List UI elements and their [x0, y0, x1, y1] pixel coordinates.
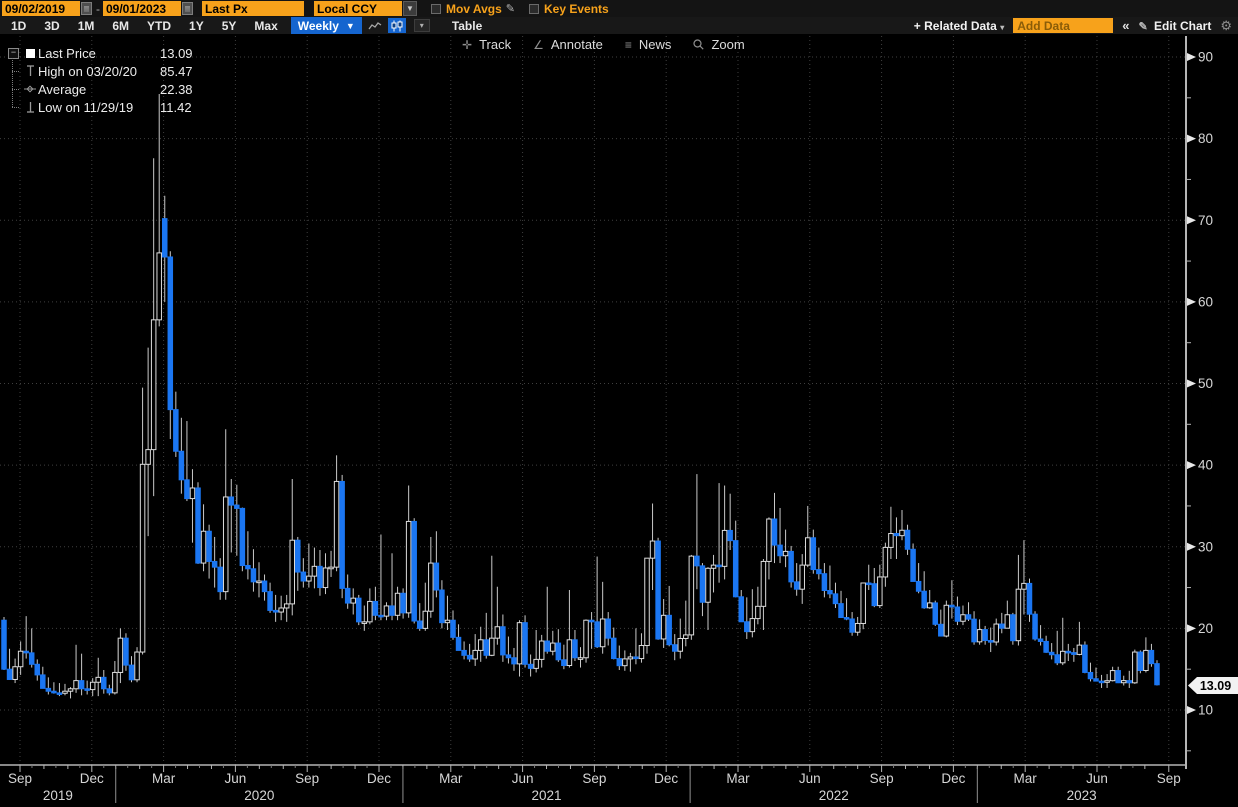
legend-row-high[interactable]: High on 03/20/20 85.47 — [6, 62, 221, 80]
security-field[interactable]: Last Px — [202, 1, 304, 16]
key-events-label[interactable]: Key Events — [544, 2, 609, 16]
high-marker-icon — [26, 65, 35, 77]
svg-text:70: 70 — [1198, 213, 1213, 228]
table-button[interactable]: Table — [452, 19, 482, 33]
annotate-button[interactable]: ∠ Annotate — [533, 37, 603, 52]
svg-text:50: 50 — [1198, 376, 1213, 391]
line-chart-icon — [368, 21, 382, 31]
svg-text:Dec: Dec — [654, 771, 678, 786]
legend-row-average[interactable]: Average 22.38 — [6, 80, 221, 98]
pencil-icon: ✎ — [1138, 21, 1147, 33]
legend-row-last-price[interactable]: Last Price 13.09 — [6, 44, 221, 62]
range-tab-ytd[interactable]: YTD — [138, 19, 180, 33]
related-data-button[interactable]: + Related Data ▾ — [914, 19, 1004, 33]
currency-dropdown-caret-icon[interactable]: ▼ — [403, 1, 417, 16]
news-lines-icon: ≡ — [625, 38, 632, 52]
toolbar-row-1: 09/02/2019 - 09/01/2023 Last Px Local CC… — [0, 0, 1238, 17]
zoom-button[interactable]: Zoom — [693, 37, 744, 52]
svg-text:Dec: Dec — [941, 771, 965, 786]
last-price-axis-tag: 13.09 — [1188, 677, 1238, 694]
svg-text:Dec: Dec — [367, 771, 391, 786]
mov-avgs-checkbox[interactable] — [431, 4, 441, 14]
svg-text:Sep: Sep — [870, 771, 894, 786]
svg-text:Mar: Mar — [439, 771, 463, 786]
caret-small-icon: ▾ — [1000, 23, 1004, 32]
range-tab-3d[interactable]: 3D — [35, 19, 68, 33]
magnifier-icon — [693, 39, 704, 50]
date-to-input[interactable]: 09/01/2023 — [103, 1, 181, 16]
edit-chart-button[interactable]: ✎ Edit Chart — [1138, 19, 1211, 33]
range-tab-max[interactable]: Max — [245, 19, 286, 33]
svg-text:Sep: Sep — [1157, 771, 1181, 786]
key-events-checkbox[interactable] — [529, 4, 539, 14]
bloomberg-chart-window: { "toolbar": { "date_from": "09/02/2019"… — [0, 0, 1238, 807]
range-tab-1d[interactable]: 1D — [2, 19, 35, 33]
svg-text:2020: 2020 — [244, 788, 274, 803]
chart-legend: − Last Price 13.09 High on 03/20/20 85.4… — [6, 44, 221, 116]
date-range-dash: - — [96, 2, 100, 16]
svg-text:2023: 2023 — [1067, 788, 1097, 803]
svg-text:Mar: Mar — [152, 771, 176, 786]
calendar-icon[interactable] — [81, 2, 92, 15]
svg-text:10: 10 — [1198, 703, 1213, 718]
svg-text:Sep: Sep — [295, 771, 319, 786]
svg-text:Mar: Mar — [1014, 771, 1038, 786]
svg-text:Sep: Sep — [8, 771, 32, 786]
svg-text:Sep: Sep — [582, 771, 606, 786]
svg-text:Jun: Jun — [512, 771, 534, 786]
svg-text:Jun: Jun — [799, 771, 821, 786]
chart-toolbar: ✛ Track ∠ Annotate ≡ News Zoom — [462, 37, 757, 52]
candle-chart-type-button[interactable] — [388, 18, 406, 33]
svg-text:2022: 2022 — [819, 788, 849, 803]
range-tabs: 1D3D1M6MYTD1Y5YMax — [2, 19, 287, 33]
svg-text:Jun: Jun — [225, 771, 247, 786]
low-marker-icon — [26, 101, 35, 113]
mov-avgs-label[interactable]: Mov Avgs — [446, 2, 502, 16]
calendar-icon[interactable] — [182, 2, 193, 15]
caret-down-icon: ▼ — [346, 21, 355, 31]
candlestick-icon — [391, 20, 403, 32]
add-data-input[interactable]: Add Data — [1013, 18, 1113, 33]
svg-text:40: 40 — [1198, 458, 1213, 473]
svg-text:90: 90 — [1198, 50, 1213, 65]
range-tab-6m[interactable]: 6M — [103, 19, 138, 33]
news-button[interactable]: ≡ News — [625, 37, 672, 52]
date-from-input[interactable]: 09/02/2019 — [2, 1, 80, 16]
mov-avgs-pencil-icon[interactable]: ✎ — [506, 2, 515, 15]
period-dropdown[interactable]: Weekly ▼ — [291, 17, 362, 34]
svg-text:Jun: Jun — [1086, 771, 1108, 786]
svg-text:2021: 2021 — [532, 788, 562, 803]
toolbar-row-2: 1D3D1M6MYTD1Y5YMax Weekly ▼ ▾ Table + Re… — [0, 17, 1238, 35]
track-button[interactable]: ✛ Track — [462, 37, 511, 52]
legend-row-low[interactable]: Low on 11/29/19 11.42 — [6, 98, 221, 116]
average-marker-icon — [24, 85, 36, 93]
track-crosshair-icon: ✛ — [462, 38, 472, 52]
annotate-icon: ∠ — [533, 38, 544, 52]
toolbar-right-cluster: + Related Data ▾ Add Data « ✎ Edit Chart… — [914, 18, 1238, 34]
svg-text:Dec: Dec — [80, 771, 104, 786]
range-tab-5y[interactable]: 5Y — [213, 19, 246, 33]
svg-text:Mar: Mar — [726, 771, 750, 786]
range-tab-1y[interactable]: 1Y — [180, 19, 213, 33]
svg-text:80: 80 — [1198, 131, 1213, 146]
svg-text:30: 30 — [1198, 539, 1213, 554]
period-label: Weekly — [298, 19, 339, 33]
collapse-panel-button[interactable]: « — [1122, 18, 1129, 33]
last-price-swatch — [26, 49, 35, 58]
chart-type-more-caret[interactable]: ▾ — [414, 19, 430, 32]
settings-gear-icon[interactable]: ⚙ — [1220, 18, 1232, 34]
svg-text:20: 20 — [1198, 621, 1213, 636]
chart-plot[interactable]: 10 20 30 40 50 60 70 80 90 Sep Dec Mar Jun Sep Dec Mar J… — [0, 0, 1238, 807]
line-chart-type-button[interactable] — [366, 18, 384, 33]
range-tab-1m[interactable]: 1M — [69, 19, 104, 33]
svg-text:2019: 2019 — [43, 788, 73, 803]
svg-text:60: 60 — [1198, 294, 1213, 309]
currency-field[interactable]: Local CCY — [314, 1, 402, 16]
